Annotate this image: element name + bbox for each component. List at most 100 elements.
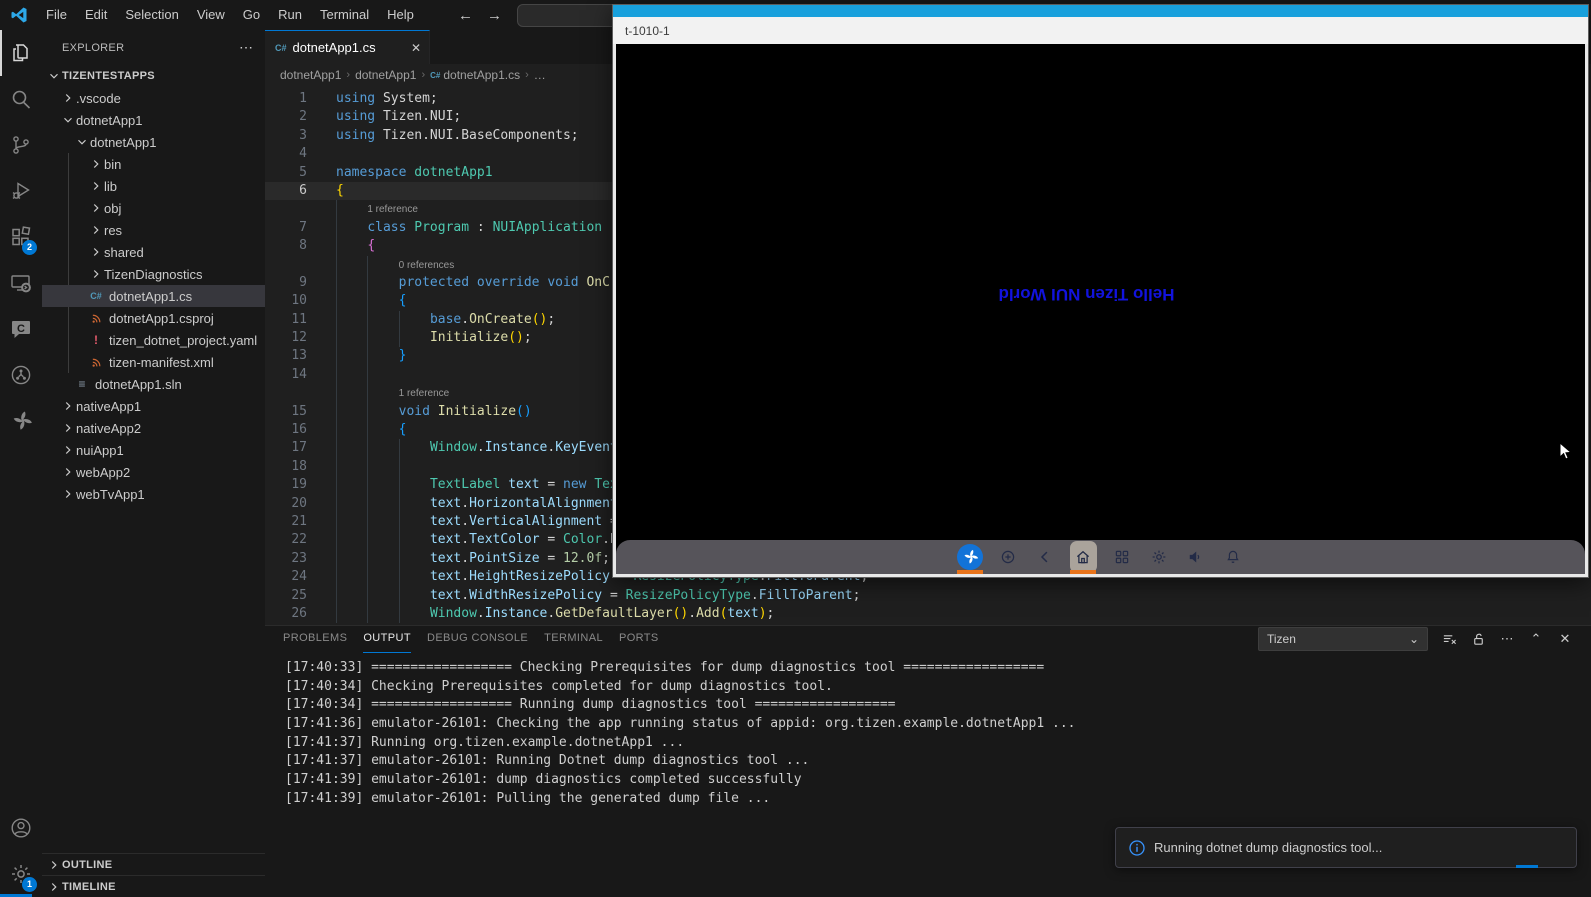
section-timeline[interactable]: TIMELINE	[42, 875, 265, 897]
panel-tab-output[interactable]: OUTPUT	[363, 626, 411, 653]
tree-item-lib[interactable]: lib	[42, 175, 265, 197]
activitybar-explorer[interactable]	[0, 30, 42, 76]
line-number: 10	[265, 292, 336, 310]
more-actions-icon[interactable]: ⋯	[1499, 631, 1515, 647]
back-icon	[1036, 548, 1054, 566]
panel-tab-problems[interactable]: PROBLEMS	[283, 626, 347, 652]
tab-dotnetapp1-cs[interactable]: C# dotnetApp1.cs ✕	[265, 30, 430, 64]
taskbar-apps-button[interactable]	[1110, 540, 1134, 574]
more-actions-icon[interactable]: ⋯	[239, 39, 253, 56]
panel-tab-ports[interactable]: PORTS	[619, 626, 659, 652]
notification-toast[interactable]: Running dotnet dump diagnostics tool...	[1115, 827, 1577, 868]
indent-guide	[399, 476, 430, 494]
activitybar-tizen[interactable]	[0, 398, 42, 444]
menu-go[interactable]: Go	[234, 7, 269, 22]
tree-item-tizen-manifest.xml[interactable]: tizen-manifest.xml	[42, 351, 265, 373]
line-number: 22	[265, 531, 336, 549]
tree-item-label: webTvApp1	[76, 487, 145, 502]
taskbar-zoom-button[interactable]	[996, 540, 1020, 574]
activitybar-dotnet[interactable]	[0, 352, 42, 398]
menu-file[interactable]: File	[37, 7, 76, 22]
tree-item-bin[interactable]: bin	[42, 153, 265, 175]
taskbar-tizen-launcher-button[interactable]	[957, 540, 983, 574]
output-channel-select[interactable]: Tizen ⌄	[1258, 627, 1428, 651]
clear-output-icon[interactable]	[1441, 631, 1457, 647]
breadcrumb-item[interactable]: dotnetApp1	[280, 68, 341, 82]
files-icon	[9, 41, 33, 65]
tree-item-nuiapp1[interactable]: nuiApp1	[42, 439, 265, 461]
emulator-screen[interactable]: Hello Tizen NUI World	[616, 44, 1585, 574]
activitybar-search[interactable]	[0, 76, 42, 122]
tree-item-dotnetapp1.cs[interactable]: C#dotnetApp1.cs	[42, 285, 265, 307]
menu-edit[interactable]: Edit	[76, 7, 116, 22]
line-number: 26	[265, 605, 336, 623]
activitybar-accounts[interactable]	[0, 805, 42, 851]
indent-guide	[367, 550, 398, 568]
tree-item-tizentestapps[interactable]: TIZENTESTAPPS	[42, 65, 265, 87]
close-tab-icon[interactable]: ✕	[411, 41, 421, 55]
menu-help[interactable]: Help	[378, 7, 423, 22]
tizen-emulator-window: t-1010-1 Hello Tizen NUI World	[612, 4, 1589, 578]
menu-terminal[interactable]: Terminal	[311, 7, 378, 22]
pinwheel-icon	[961, 548, 979, 566]
tree-item-res[interactable]: res	[42, 219, 265, 241]
activitybar-source-control[interactable]	[0, 122, 42, 168]
menu-view[interactable]: View	[188, 7, 234, 22]
file-icon-csproj	[88, 312, 104, 325]
tree-item-tizen_dotnet_project.yaml[interactable]: !tizen_dotnet_project.yaml	[42, 329, 265, 351]
code-text: TextLabel text = new Text	[336, 476, 626, 494]
taskbar-notifications-button[interactable]	[1221, 540, 1245, 574]
activitybar-extensions[interactable]: 2	[0, 214, 42, 260]
activitybar-remote-explorer[interactable]	[0, 260, 42, 306]
code-text: text.HorizontalAlignment	[336, 495, 618, 513]
line-number: 18	[265, 458, 336, 476]
tree-item-.vscode[interactable]: .vscode	[42, 87, 265, 109]
activitybar-csharp[interactable]: C	[0, 306, 42, 352]
hello-world-text: Hello Tizen NUI World	[616, 284, 1557, 304]
forward-arrow-icon[interactable]: →	[487, 7, 502, 24]
tree-item-tizendiagnostics[interactable]: TizenDiagnostics	[42, 263, 265, 285]
taskbar-settings-button[interactable]	[1147, 540, 1171, 574]
tree-item-dotnetapp1.sln[interactable]: ≡dotnetApp1.sln	[42, 373, 265, 395]
remote-icon	[9, 271, 33, 295]
panel-tab-terminal[interactable]: TERMINAL	[544, 626, 603, 652]
breadcrumb-item[interactable]: dotnetApp1	[355, 68, 416, 82]
output-log[interactable]: [17:40:33] ================== Checking P…	[265, 652, 1591, 809]
menu-selection[interactable]: Selection	[116, 7, 187, 22]
indent-guide	[367, 458, 398, 476]
tree-item-nativeapp2[interactable]: nativeApp2	[42, 417, 265, 439]
taskbar-volume-button[interactable]	[1184, 540, 1208, 574]
indent-guide	[367, 605, 398, 623]
tree-item-nativeapp1[interactable]: nativeApp1	[42, 395, 265, 417]
taskbar-back-button[interactable]	[1033, 540, 1057, 574]
tree-item-webtvapp1[interactable]: webTvApp1	[42, 483, 265, 505]
tree-item-dotnetapp1[interactable]: dotnetApp1	[42, 109, 265, 131]
panel-tab-debug-console[interactable]: DEBUG CONSOLE	[427, 626, 528, 652]
output-line: [17:41:37] emulator-26101: Running Dotne…	[285, 752, 1591, 771]
activitybar-run-and-debug[interactable]	[0, 168, 42, 214]
activitybar-settings[interactable]: 1	[0, 851, 42, 897]
tree-item-obj[interactable]: obj	[42, 197, 265, 219]
maximize-panel-icon[interactable]: ⌃	[1528, 631, 1544, 647]
tree-item-dotnetapp1.csproj[interactable]: dotnetApp1.csproj	[42, 307, 265, 329]
unlock-icon[interactable]	[1470, 631, 1486, 647]
indent-guide	[367, 495, 398, 513]
taskbar-home-button[interactable]	[1070, 540, 1097, 574]
back-arrow-icon[interactable]: ←	[458, 7, 473, 24]
tree-item-dotnetapp1[interactable]: dotnetApp1	[42, 131, 265, 153]
tree-item-shared[interactable]: shared	[42, 241, 265, 263]
code-line-26[interactable]: 26Window.Instance.GetDefaultLayer().Add(…	[265, 605, 1591, 623]
account-icon	[9, 816, 33, 840]
output-line: [17:41:39] emulator-26101: Pulling the g…	[285, 790, 1591, 809]
section-outline[interactable]: OUTLINE	[42, 853, 265, 875]
breadcrumb-item[interactable]: dotnetApp1.cs	[443, 68, 520, 82]
close-panel-icon[interactable]: ✕	[1557, 631, 1573, 647]
menu-run[interactable]: Run	[269, 7, 311, 22]
file-icon-sln: ≡	[74, 377, 90, 391]
emulator-titlebar[interactable]: t-1010-1	[613, 17, 1588, 44]
breadcrumb-item[interactable]: …	[534, 68, 546, 82]
indent-guide	[367, 256, 398, 274]
tree-item-webapp2[interactable]: webApp2	[42, 461, 265, 483]
apps-icon	[1113, 548, 1131, 566]
code-line-25[interactable]: 25text.WidthResizePolicy = ResizePolicyT…	[265, 587, 1591, 605]
